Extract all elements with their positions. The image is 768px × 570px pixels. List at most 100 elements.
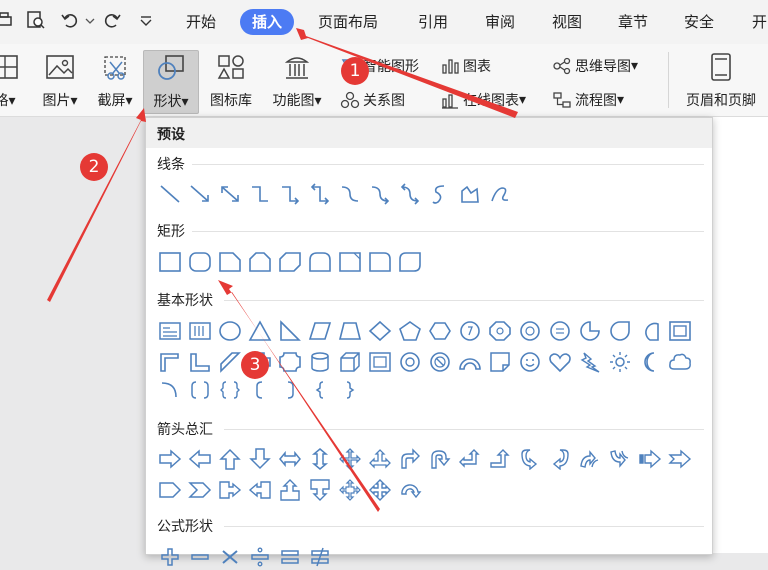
- can-shape[interactable]: [305, 349, 335, 375]
- left-bracket-shape[interactable]: [245, 377, 275, 403]
- octagon-shape[interactable]: [485, 318, 515, 344]
- arc-shape[interactable]: [155, 377, 185, 403]
- rectangle-shape[interactable]: [155, 249, 185, 275]
- donut-shape[interactable]: [395, 349, 425, 375]
- up-arrow-shape[interactable]: [215, 446, 245, 472]
- parallelogram-shape[interactable]: [305, 318, 335, 344]
- tab-security[interactable]: 安全: [684, 12, 714, 32]
- elbow-double-arrow-shape[interactable]: [305, 181, 335, 207]
- screenshot-button[interactable]: 截屏▾: [91, 50, 139, 112]
- curved-up-arrow-shape[interactable]: [575, 446, 605, 472]
- down-arrow-callout-shape[interactable]: [305, 477, 335, 503]
- no-symbol-shape[interactable]: [425, 349, 455, 375]
- block-arc-shape[interactable]: [455, 349, 485, 375]
- smiley-face-shape[interactable]: [515, 349, 545, 375]
- line-shape[interactable]: [155, 181, 185, 207]
- equal-shape[interactable]: [275, 544, 305, 570]
- tab-chapter[interactable]: 章节: [618, 12, 648, 32]
- folded-corner-shape[interactable]: [485, 349, 515, 375]
- header-footer-button[interactable]: 页眉和页脚: [676, 50, 766, 112]
- down-arrow-shape[interactable]: [245, 446, 275, 472]
- scribble-shape[interactable]: [485, 181, 515, 207]
- curved-right-arrow-shape[interactable]: [515, 446, 545, 472]
- plaque-shape[interactable]: [275, 349, 305, 375]
- bent-arrow-shape[interactable]: [395, 446, 425, 472]
- snip-round-rectangle-shape[interactable]: [335, 249, 365, 275]
- double-bracket-shape[interactable]: [185, 377, 215, 403]
- diamond-shape[interactable]: [365, 318, 395, 344]
- left-right-arrow-shape[interactable]: [275, 446, 305, 472]
- plus-shape[interactable]: [155, 544, 185, 570]
- striped-right-arrow-shape[interactable]: [635, 446, 665, 472]
- round-same-side-rectangle-shape[interactable]: [305, 249, 335, 275]
- snip-same-side-rectangle-shape[interactable]: [245, 249, 275, 275]
- freeform-shape[interactable]: [455, 181, 485, 207]
- cube-shape[interactable]: [335, 349, 365, 375]
- curved-left-arrow-shape[interactable]: [545, 446, 575, 472]
- customize-toolbar-icon[interactable]: [136, 10, 156, 30]
- not-equal-shape[interactable]: [305, 544, 335, 570]
- left-arrow-callout-shape[interactable]: [245, 477, 275, 503]
- teardrop-shape[interactable]: [605, 318, 635, 344]
- picture-button[interactable]: 图片▾: [36, 50, 84, 112]
- right-triangle-shape[interactable]: [275, 318, 305, 344]
- tab-review[interactable]: 审阅: [485, 12, 515, 32]
- divide-shape[interactable]: [245, 544, 275, 570]
- print-preview-icon[interactable]: [26, 10, 46, 30]
- text-box-shape[interactable]: [155, 318, 185, 344]
- moon-shape[interactable]: [635, 349, 665, 375]
- curved-arrow-connector-shape[interactable]: [365, 181, 395, 207]
- bent-up-arrow-shape[interactable]: [485, 446, 515, 472]
- up-down-arrow-shape[interactable]: [305, 446, 335, 472]
- flowchart-button[interactable]: 流程图 ▾: [552, 90, 624, 110]
- half-frame-shape[interactable]: [155, 349, 185, 375]
- undo-icon[interactable]: [60, 10, 80, 30]
- shapes-button[interactable]: 形状▾: [143, 50, 199, 114]
- snip-corner-rectangle-shape[interactable]: [215, 249, 245, 275]
- dodecagon-shape[interactable]: [545, 318, 575, 344]
- curved-down-arrow-shape[interactable]: [605, 446, 635, 472]
- lightning-bolt-shape[interactable]: [575, 349, 605, 375]
- vertical-text-box-shape[interactable]: [185, 318, 215, 344]
- oval-shape[interactable]: [215, 318, 245, 344]
- right-arrow-callout-shape[interactable]: [215, 477, 245, 503]
- curve-shape[interactable]: [425, 181, 455, 207]
- quad-arrow-shape[interactable]: [335, 446, 365, 472]
- decagon-shape[interactable]: [515, 318, 545, 344]
- hexagon-shape[interactable]: [425, 318, 455, 344]
- heptagon-shape[interactable]: [455, 318, 485, 344]
- document-page[interactable]: [712, 117, 768, 553]
- icon-library-button[interactable]: 图标库: [204, 50, 258, 112]
- right-arrow-shape[interactable]: [155, 446, 185, 472]
- chevron-shape[interactable]: [185, 477, 215, 503]
- chord-shape[interactable]: [635, 318, 665, 344]
- tab-insert[interactable]: 插入: [240, 9, 295, 35]
- heart-shape[interactable]: [545, 349, 575, 375]
- tab-start[interactable]: 开始: [186, 12, 216, 32]
- u-turn-arrow-shape[interactable]: [425, 446, 455, 472]
- double-brace-shape[interactable]: [215, 377, 245, 403]
- cloud-shape[interactable]: [665, 349, 695, 375]
- rounded-rectangle-shape[interactable]: [185, 249, 215, 275]
- curved-connector-shape[interactable]: [335, 181, 365, 207]
- multiply-shape[interactable]: [215, 544, 245, 570]
- notched-right-arrow-shape[interactable]: [665, 446, 695, 472]
- pentagon-arrow-shape[interactable]: [155, 477, 185, 503]
- mindmap-button[interactable]: 思维导图 ▾: [552, 56, 638, 76]
- frame-shape[interactable]: [665, 318, 695, 344]
- relation-chart-button[interactable]: 关系图: [340, 90, 405, 110]
- tab-page-layout[interactable]: 页面布局: [318, 12, 378, 32]
- left-brace-shape[interactable]: [305, 377, 335, 403]
- snip-diagonal-rectangle-shape[interactable]: [275, 249, 305, 275]
- elbow-connector-shape[interactable]: [245, 181, 275, 207]
- right-brace-shape[interactable]: [335, 377, 365, 403]
- quad-arrow-highlight-shape[interactable]: [365, 477, 395, 503]
- arrow-line-shape[interactable]: [185, 181, 215, 207]
- trapezoid-shape[interactable]: [335, 318, 365, 344]
- online-chart-button[interactable]: 在线图表 ▾: [440, 90, 526, 110]
- curved-double-arrow-shape[interactable]: [395, 181, 425, 207]
- chart-button[interactable]: 图表: [440, 56, 491, 76]
- right-bracket-shape[interactable]: [275, 377, 305, 403]
- redo-icon[interactable]: [102, 10, 122, 30]
- circular-arrow-shape[interactable]: [395, 477, 425, 503]
